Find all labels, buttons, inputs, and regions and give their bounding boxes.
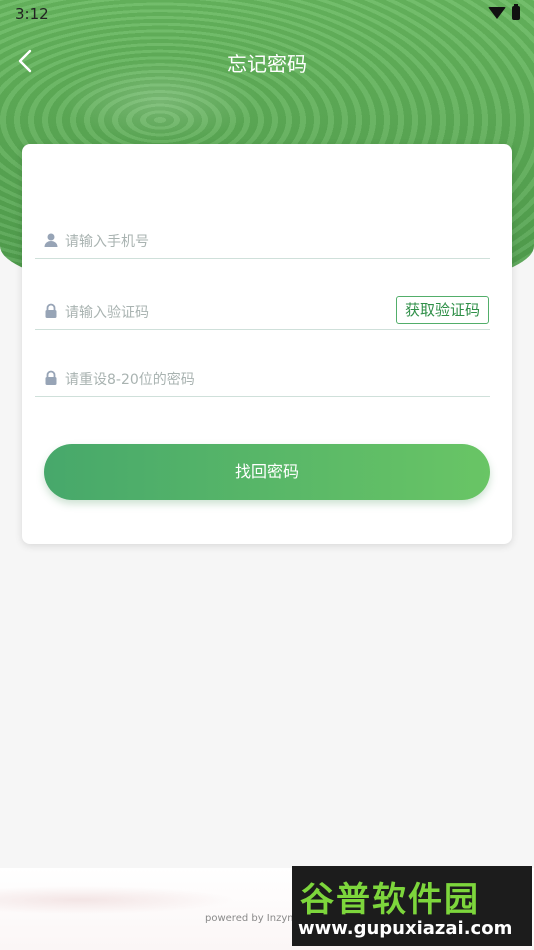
lock-icon [45,303,57,318]
phone-placeholder: 请输入手机号 [65,234,149,250]
password-placeholder: 请重设8-20位的密码 [65,372,195,388]
verification-code-field[interactable]: 请输入验证码 获取验证码 [35,295,490,330]
watermark: 谷普软件园 www.gupuxiazai.com [292,866,532,946]
watermark-url: www.gupuxiazai.com [298,918,513,939]
form-card: 请输入手机号 请输入验证码 获取验证码 请重设8-20位的密码 找回密码 [22,144,512,544]
battery-icon [512,4,520,20]
status-time: 3:12 [15,5,49,23]
reset-password-button[interactable]: 找回密码 [44,444,490,500]
password-field[interactable]: 请重设8-20位的密码 [35,362,490,397]
phone-field[interactable]: 请输入手机号 [35,224,490,259]
navigation-bar: 忘记密码 [0,40,534,80]
status-bar: 3:12 [0,0,534,28]
page-title: 忘记密码 [227,52,307,76]
lock-icon [45,370,57,385]
wifi-icon [488,7,506,19]
get-code-button[interactable]: 获取验证码 [395,296,489,324]
code-placeholder: 请输入验证码 [65,305,149,321]
user-icon [44,233,58,247]
watermark-title: 谷普软件园 [300,880,480,920]
